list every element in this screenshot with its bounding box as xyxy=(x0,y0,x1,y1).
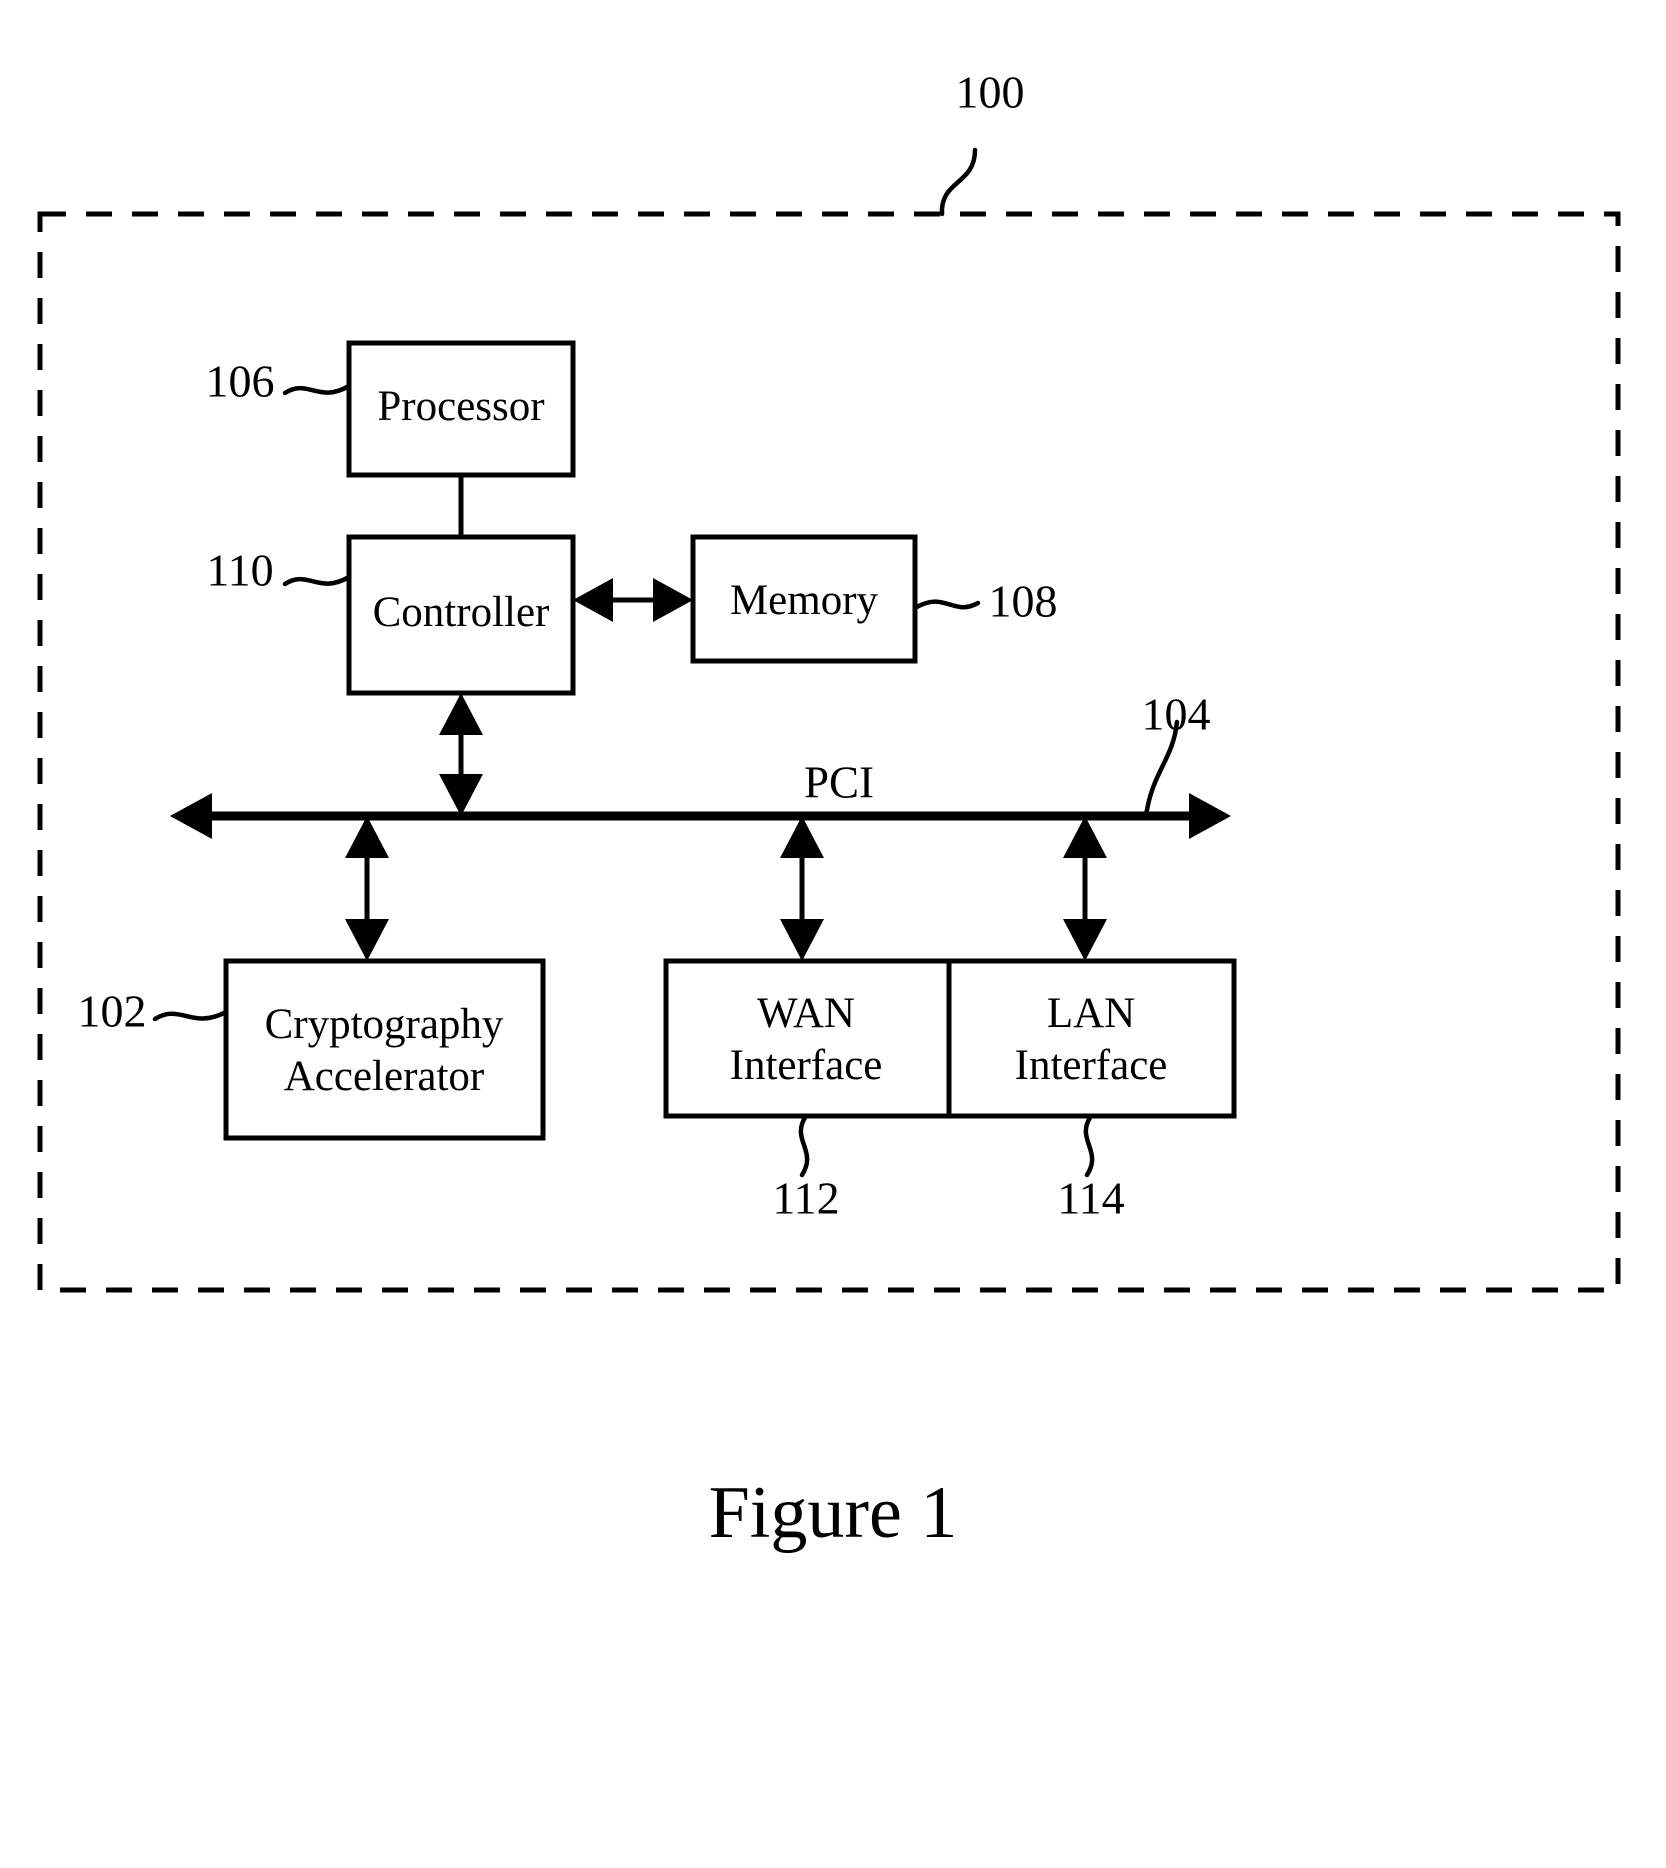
pci-bus xyxy=(170,793,1231,839)
controller-label: Controller xyxy=(373,589,550,636)
pci-bus-label: PCI xyxy=(804,757,874,807)
ref-number-102: 102 xyxy=(78,986,147,1037)
leader-line-wan xyxy=(798,1113,810,1178)
leader-line-enclosure xyxy=(939,147,978,217)
cryptography-accelerator-label-line2: Accelerator xyxy=(284,1053,485,1100)
ref-number-114: 114 xyxy=(1057,1173,1124,1224)
lan-interface-label-line1: LAN xyxy=(1047,990,1135,1037)
figure-caption: Figure 1 xyxy=(709,1472,958,1554)
bus-crypto-bidirectional-arrow xyxy=(345,816,389,961)
controller-memory-bidirectional-arrow xyxy=(573,578,693,622)
processor-label: Processor xyxy=(377,383,544,430)
ref-number-108: 108 xyxy=(989,576,1058,627)
bus-lan-bidirectional-arrow xyxy=(1063,816,1107,961)
bus-wan-bidirectional-arrow xyxy=(780,816,824,961)
ref-number-106: 106 xyxy=(206,356,275,407)
leader-line-crypto xyxy=(152,1009,229,1022)
leader-line-lan xyxy=(1083,1113,1095,1178)
ref-number-104: 104 xyxy=(1142,689,1211,740)
lan-interface-label-line2: Interface xyxy=(1015,1042,1168,1089)
leader-line-processor xyxy=(282,383,352,396)
memory-label: Memory xyxy=(730,577,879,624)
ref-number-100: 100 xyxy=(956,67,1025,118)
ref-number-112: 112 xyxy=(772,1173,839,1224)
leader-line-memory xyxy=(912,599,981,611)
figure-1-diagram: 100 Processor 106 Controller 110 Memory … xyxy=(37,67,1621,1554)
cryptography-accelerator-label-line1: Cryptography xyxy=(265,1001,504,1048)
ref-number-110: 110 xyxy=(206,545,273,596)
patent-figure-page: 100 Processor 106 Controller 110 Memory … xyxy=(0,0,1666,1868)
wan-interface-label-line2: Interface xyxy=(730,1042,883,1089)
controller-bus-bidirectional-arrow xyxy=(439,693,483,816)
leader-line-controller xyxy=(282,574,352,587)
cryptography-accelerator-block xyxy=(223,958,546,1141)
wan-interface-label-line1: WAN xyxy=(757,990,855,1037)
